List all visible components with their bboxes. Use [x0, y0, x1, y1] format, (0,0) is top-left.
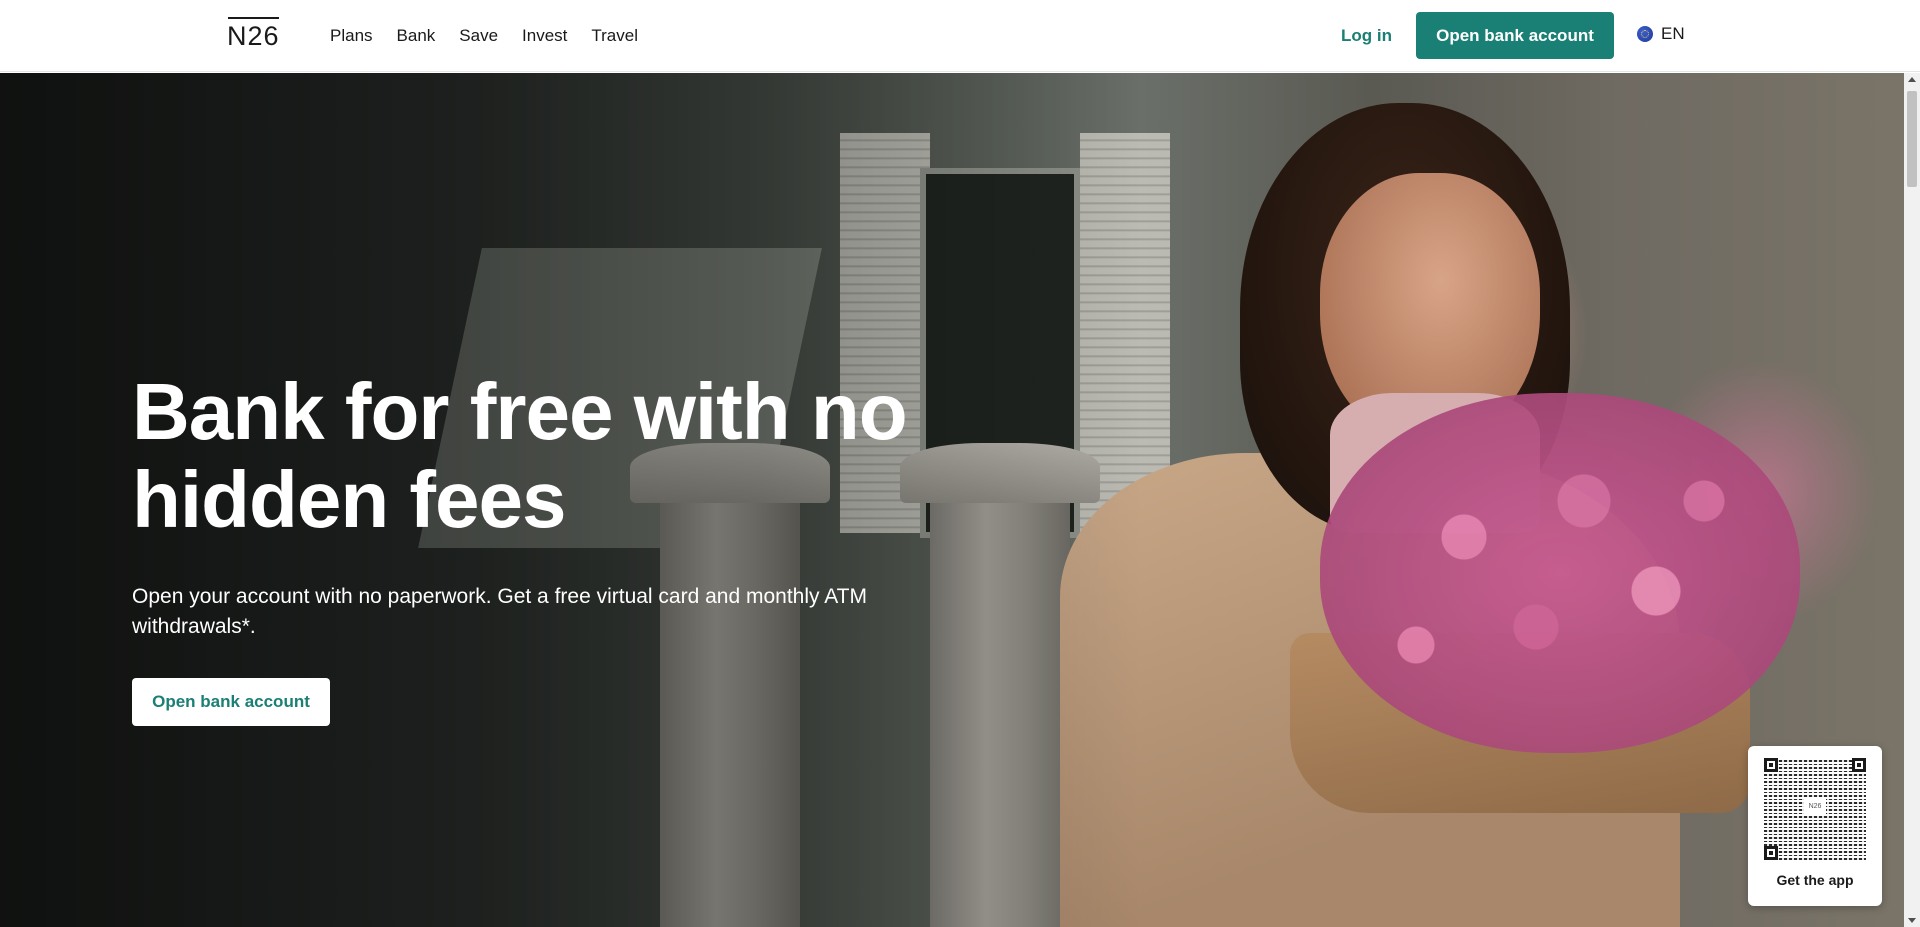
site-header: N26 Plans Bank Save Invest Travel Log in… [0, 0, 1920, 72]
scroll-down-icon[interactable] [1908, 918, 1916, 923]
language-label: EN [1661, 24, 1685, 43]
get-the-app-label: Get the app [1776, 872, 1854, 888]
hero-open-bank-account-button[interactable]: Open bank account [132, 678, 330, 726]
qr-center-logo: N26 [1804, 798, 1826, 814]
nav-item-save[interactable]: Save [459, 26, 498, 46]
nav-item-plans[interactable]: Plans [330, 26, 373, 46]
qr-code-icon: N26 [1764, 758, 1866, 860]
globe-icon [1637, 26, 1653, 42]
hero-title: Bank for free with no hidden fees [132, 367, 908, 544]
scroll-up-icon[interactable] [1908, 77, 1916, 82]
n26-logo[interactable]: N26 [227, 17, 280, 52]
nav-item-travel[interactable]: Travel [591, 26, 638, 46]
page-scrollbar[interactable] [1904, 73, 1920, 927]
scroll-thumb[interactable] [1907, 91, 1917, 187]
language-selector[interactable]: EN [1637, 24, 1685, 44]
login-link[interactable]: Log in [1341, 26, 1392, 46]
hero-section: Bank for free with no hidden fees Open y… [0, 73, 1904, 927]
nav-item-bank[interactable]: Bank [397, 26, 436, 46]
open-bank-account-button[interactable]: Open bank account [1416, 12, 1614, 59]
get-the-app-widget[interactable]: N26 Get the app [1748, 746, 1882, 906]
hero-subtitle: Open your account with no paperwork. Get… [132, 585, 867, 638]
nav-item-invest[interactable]: Invest [522, 26, 567, 46]
main-nav: Plans Bank Save Invest Travel [330, 0, 638, 72]
hero-content: Bank for free with no hidden fees Open y… [132, 368, 1012, 726]
